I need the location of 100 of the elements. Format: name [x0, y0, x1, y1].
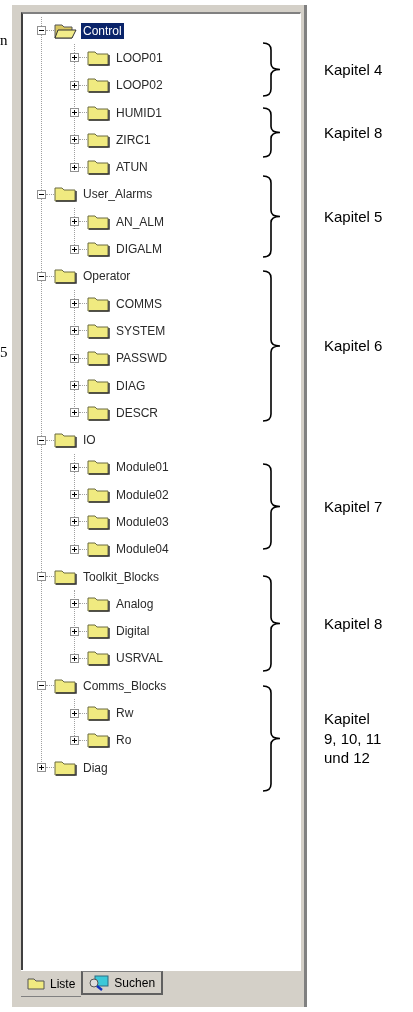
- expand-toggle[interactable]: [70, 381, 79, 390]
- tab[interactable]: Suchen: [81, 971, 164, 995]
- minus-icon: [39, 683, 44, 689]
- folder-icon: [87, 514, 110, 530]
- tree-item[interactable]: Module04: [114, 541, 171, 558]
- expand-toggle[interactable]: [70, 408, 79, 418]
- folder-icon: [87, 595, 110, 612]
- tree-item[interactable]: DIGALM: [114, 241, 164, 257]
- chapter-label: Kapitel 7: [324, 496, 383, 517]
- expand-toggle[interactable]: [70, 353, 79, 363]
- folder-icon: [87, 350, 110, 367]
- expand-toggle[interactable]: [70, 626, 79, 636]
- tree-item[interactable]: SYSTEM: [114, 322, 168, 339]
- chapter-label: Kapitel 4: [324, 59, 383, 80]
- collapse-toggle[interactable]: [37, 681, 46, 691]
- expand-toggle[interactable]: [70, 708, 79, 718]
- tree-item[interactable]: AN_ALM: [114, 213, 167, 230]
- collapse-toggle[interactable]: [37, 435, 46, 445]
- folder-icon: [54, 186, 77, 203]
- tree-item[interactable]: Module03: [114, 514, 171, 530]
- plus-icon: [72, 110, 77, 116]
- tree-item[interactable]: Digital: [114, 623, 152, 640]
- expand-toggle[interactable]: [70, 462, 79, 472]
- minus-icon: [39, 574, 44, 580]
- collapse-toggle[interactable]: [37, 26, 46, 36]
- folder-icon: [87, 732, 110, 749]
- expand-toggle[interactable]: [70, 80, 79, 90]
- folder-icon: [87, 541, 110, 558]
- plus-icon: [72, 164, 77, 170]
- tree-item[interactable]: IO: [81, 432, 98, 449]
- plus-icon: [72, 464, 77, 470]
- tree-item[interactable]: Diag: [81, 759, 110, 776]
- expand-toggle[interactable]: [70, 244, 79, 254]
- tree-item[interactable]: Control: [81, 22, 124, 39]
- tree-item[interactable]: Module02: [114, 486, 171, 503]
- folder-icon: [87, 705, 110, 722]
- tree-item[interactable]: Analog: [114, 595, 156, 612]
- plus-icon: [72, 246, 77, 252]
- expand-toggle[interactable]: [70, 735, 79, 745]
- plus-icon: [72, 601, 77, 607]
- tree-item[interactable]: DIAG: [114, 377, 148, 394]
- folder-icon: [87, 322, 110, 339]
- tree-item[interactable]: HUMID1: [114, 104, 164, 121]
- folder-icon: [54, 432, 77, 449]
- expand-toggle[interactable]: [70, 490, 79, 500]
- search-icon: [89, 974, 110, 991]
- folder-icon: [87, 459, 110, 476]
- tree-item[interactable]: Comms_Blocks: [81, 677, 169, 694]
- folder-icon: [87, 486, 110, 503]
- tree-item[interactable]: Operator: [81, 268, 133, 285]
- minus-icon: [39, 273, 44, 279]
- chapter-label: Kapitel 6: [324, 336, 383, 356]
- plus-icon: [72, 628, 77, 634]
- minus-icon: [39, 191, 44, 197]
- plus-icon: [72, 137, 77, 143]
- tree-item[interactable]: Toolkit_Blocks: [81, 568, 162, 585]
- folder-icon: [87, 404, 110, 421]
- collapse-toggle[interactable]: [37, 271, 46, 281]
- tree-item[interactable]: COMMS: [114, 295, 164, 312]
- tree-item[interactable]: LOOP01: [114, 49, 165, 66]
- tree-item[interactable]: ZIRC1: [114, 131, 153, 148]
- curly-brace: [262, 107, 282, 158]
- tree-item[interactable]: USRVAL: [114, 650, 165, 667]
- chapter-label: Kapitel 5: [324, 206, 383, 227]
- plus-icon: [72, 410, 77, 416]
- expand-toggle[interactable]: [70, 217, 79, 227]
- folder-icon: [54, 568, 77, 585]
- plus-icon: [72, 55, 77, 61]
- tree-item[interactable]: PASSWD: [114, 350, 170, 367]
- cut-off-text: n: [0, 32, 8, 49]
- expand-toggle[interactable]: [70, 162, 79, 172]
- expand-toggle[interactable]: [70, 517, 79, 527]
- tree-item[interactable]: DESCR: [114, 404, 160, 421]
- folder-icon: [87, 377, 110, 394]
- plus-icon: [39, 765, 44, 771]
- expand-toggle[interactable]: [70, 599, 79, 609]
- expand-toggle[interactable]: [37, 763, 46, 773]
- tree-item[interactable]: LOOP02: [114, 77, 165, 94]
- expand-toggle[interactable]: [70, 53, 79, 63]
- plus-icon: [72, 82, 77, 88]
- expand-toggle[interactable]: [70, 135, 79, 145]
- folder-icon: [87, 131, 110, 148]
- tree-item[interactable]: Module01: [114, 459, 171, 476]
- collapse-toggle[interactable]: [37, 572, 46, 582]
- plus-icon: [72, 301, 77, 307]
- chapter-label: Kapitel 8: [324, 122, 383, 143]
- collapse-toggle[interactable]: [37, 189, 46, 199]
- folder-icon: [54, 677, 77, 694]
- expand-toggle[interactable]: [70, 544, 79, 554]
- chapter-label: Kapitel 8: [324, 613, 383, 634]
- expand-toggle[interactable]: [70, 653, 79, 663]
- plus-icon: [72, 655, 77, 661]
- tree-item[interactable]: Ro: [114, 732, 134, 749]
- expand-toggle[interactable]: [70, 299, 79, 309]
- tree-item[interactable]: ATUN: [114, 159, 150, 176]
- tree-item[interactable]: Rw: [114, 705, 136, 722]
- plus-icon: [72, 710, 77, 716]
- tree-item[interactable]: User_Alarms: [81, 186, 155, 203]
- expand-toggle[interactable]: [70, 108, 79, 118]
- expand-toggle[interactable]: [70, 326, 79, 336]
